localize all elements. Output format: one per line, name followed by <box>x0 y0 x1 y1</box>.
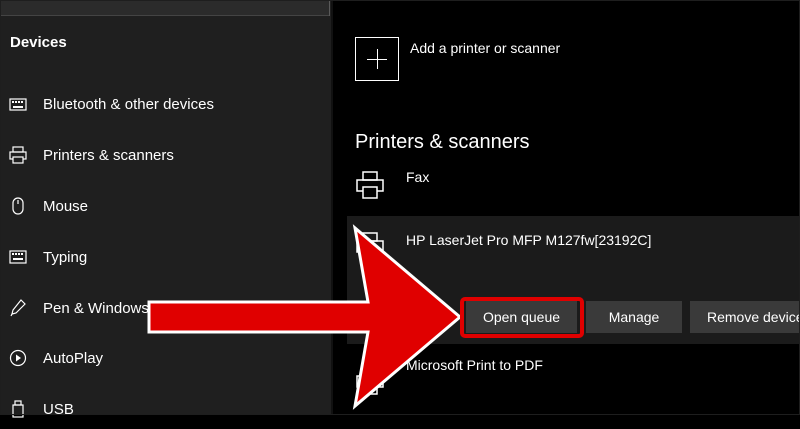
annotation-arrow <box>147 224 463 410</box>
highlight-box <box>460 297 584 338</box>
